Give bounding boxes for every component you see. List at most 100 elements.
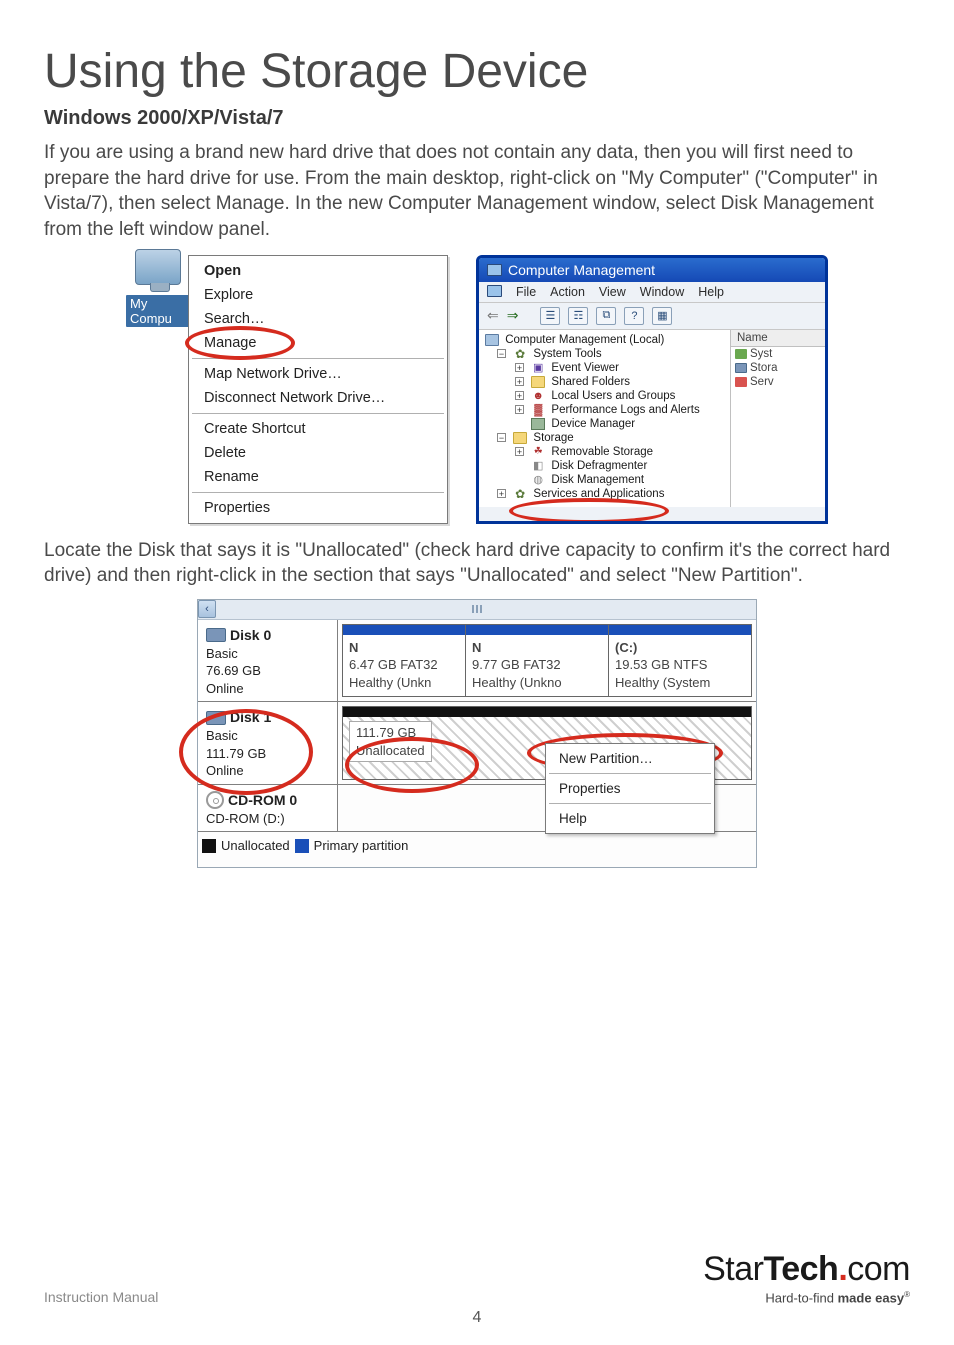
tree-local-users[interactable]: + ☻ Local Users and Groups (481, 389, 728, 403)
toolbar-button[interactable]: ⧉ (596, 307, 616, 325)
monitor-icon (485, 334, 499, 346)
tree-services-applications[interactable]: + ✿ Services and Applications (481, 487, 728, 501)
brand-com: com (847, 1250, 910, 1288)
ctx-properties[interactable]: Properties (547, 777, 713, 800)
page-title: Using the Storage Device (44, 44, 910, 99)
ctx-manage[interactable]: Manage (190, 331, 446, 355)
menu-help[interactable]: Help (698, 285, 724, 299)
ctx-separator (192, 413, 444, 414)
menu-window[interactable]: Window (640, 285, 684, 299)
window-menubar: File Action View Window Help (479, 282, 825, 303)
collapse-icon[interactable]: − (497, 349, 506, 358)
brand-tagline: Hard-to-find made easy® (703, 1290, 910, 1305)
disk0-volume-0[interactable]: N 6.47 GB FAT32 Healthy (Unkn (342, 624, 466, 698)
ctx-help[interactable]: Help (547, 807, 713, 830)
expand-icon[interactable]: + (497, 489, 506, 498)
ctx-map-network-drive[interactable]: Map Network Drive… (190, 362, 446, 386)
disk-icon: ◍ (531, 474, 545, 486)
disk0-label-cell[interactable]: Disk 0 Basic 76.69 GB Online (198, 620, 338, 702)
disk-icon (206, 628, 226, 642)
scroll-left-icon[interactable]: ‹ (198, 600, 216, 618)
tree-removable-storage[interactable]: + ☘ Removable Storage (481, 445, 728, 459)
ctx-delete[interactable]: Delete (190, 441, 446, 465)
expand-icon[interactable]: + (515, 447, 524, 456)
disk-icon (206, 711, 226, 725)
toolbar-button[interactable]: ▦ (652, 307, 672, 325)
book-icon: ▣ (531, 362, 545, 374)
ctx-search[interactable]: Search… (190, 307, 446, 331)
window-title: Computer Management (508, 262, 655, 278)
cdrom-label-cell[interactable]: CD-ROM 0 CD-ROM (D:) (198, 785, 338, 831)
window-titlebar[interactable]: Computer Management (479, 258, 825, 282)
ctx-explore[interactable]: Explore (190, 283, 446, 307)
folder-icon (531, 376, 545, 388)
tree-shared-folders[interactable]: + Shared Folders (481, 375, 728, 389)
disk-legend: Unallocated Primary partition (198, 832, 756, 853)
brand-dot-icon: . (838, 1250, 847, 1288)
toolbar-button[interactable]: ☰ (540, 307, 560, 325)
ctx-create-shortcut[interactable]: Create Shortcut (190, 417, 446, 441)
device-icon (531, 418, 545, 430)
ctx-rename[interactable]: Rename (190, 465, 446, 489)
tree-storage[interactable]: − Storage (481, 431, 728, 445)
tree-performance-logs[interactable]: + ▓ Performance Logs and Alerts (481, 403, 728, 417)
window-toolbar: ⇐ ⇒ ☰ ☶ ⧉ ? ▦ (479, 303, 825, 330)
list-item[interactable]: Syst (731, 347, 825, 361)
ctx-open[interactable]: Open (190, 259, 446, 283)
gear-icon: ✿ (513, 488, 527, 500)
window-icon (487, 285, 502, 297)
disk0-volume-1[interactable]: N 9.77 GB FAT32 Healthy (Unkno (466, 624, 609, 698)
intro-paragraph: If you are using a brand new hard drive … (44, 140, 910, 243)
second-paragraph: Locate the Disk that says it is "Unalloc… (44, 538, 910, 589)
computer-management-window: Computer Management File Action View Win… (476, 255, 828, 524)
tree-disk-defragmenter[interactable]: ◧ Disk Defragmenter (481, 459, 728, 473)
ctx-separator (549, 803, 711, 804)
gear-icon (735, 377, 747, 387)
brand-tech: Tech (763, 1250, 838, 1288)
tree-root[interactable]: Computer Management (Local) (481, 333, 728, 347)
cdrom-icon (206, 791, 224, 809)
expand-icon[interactable]: + (515, 363, 524, 372)
ctx-disconnect-network-drive[interactable]: Disconnect Network Drive… (190, 386, 446, 410)
tree-disk-management[interactable]: ◍ Disk Management (481, 473, 728, 487)
expand-icon[interactable]: + (515, 405, 524, 414)
ctx-new-partition[interactable]: New Partition… (547, 747, 713, 770)
footer-label: Instruction Manual (44, 1289, 158, 1305)
menu-view[interactable]: View (599, 285, 626, 299)
menu-action[interactable]: Action (550, 285, 585, 299)
performance-icon: ▓ (531, 404, 545, 416)
forward-icon[interactable]: ⇒ (507, 307, 519, 324)
horizontal-scrollbar[interactable]: ‹ (198, 600, 756, 620)
toolbar-button[interactable]: ? (624, 307, 644, 325)
page-number: 4 (0, 1309, 954, 1327)
column-header-name[interactable]: Name (731, 330, 825, 347)
disk1-label-cell[interactable]: Disk 1 Basic 111.79 GB Online (198, 702, 338, 784)
tools-icon (735, 349, 747, 359)
tree-event-viewer[interactable]: + ▣ Event Viewer (481, 361, 728, 375)
ctx-properties[interactable]: Properties (190, 496, 446, 520)
menu-file[interactable]: File (516, 285, 536, 299)
disk0-row: Disk 0 Basic 76.69 GB Online N 6.47 GB F… (198, 619, 756, 703)
tree-system-tools[interactable]: − ✿ System Tools (481, 347, 728, 361)
list-item[interactable]: Stora (731, 361, 825, 375)
toolbar-button[interactable]: ☶ (568, 307, 588, 325)
ctx-separator (192, 492, 444, 493)
figure-context-and-mgmt: My Compu Open Explore Search… Manage Map… (44, 255, 910, 524)
tree-device-manager[interactable]: Device Manager (481, 417, 728, 431)
expand-icon[interactable]: + (515, 377, 524, 386)
management-right-pane: Name Syst Stora Serv (731, 330, 825, 507)
users-icon: ☻ (531, 390, 545, 402)
ctx-separator (549, 773, 711, 774)
back-icon[interactable]: ⇐ (487, 307, 499, 324)
list-item[interactable]: Serv (731, 375, 825, 389)
disk-management-figure: ‹ Disk 0 Basic 76.69 GB Online N 6.47 GB… (197, 599, 757, 869)
expand-icon[interactable]: + (515, 391, 524, 400)
os-subtitle: Windows 2000/XP/Vista/7 (44, 107, 910, 130)
monitor-icon (135, 249, 181, 285)
my-computer-desktop-icon[interactable]: My Compu (126, 249, 190, 327)
defrag-icon: ◧ (531, 460, 545, 472)
legend-primary-swatch (295, 839, 309, 853)
collapse-icon[interactable]: − (497, 433, 506, 442)
disk0-volume-2[interactable]: (C:) 19.53 GB NTFS Healthy (System (609, 624, 752, 698)
brand-logo: StarTech.com Hard-to-find made easy® (703, 1252, 910, 1305)
